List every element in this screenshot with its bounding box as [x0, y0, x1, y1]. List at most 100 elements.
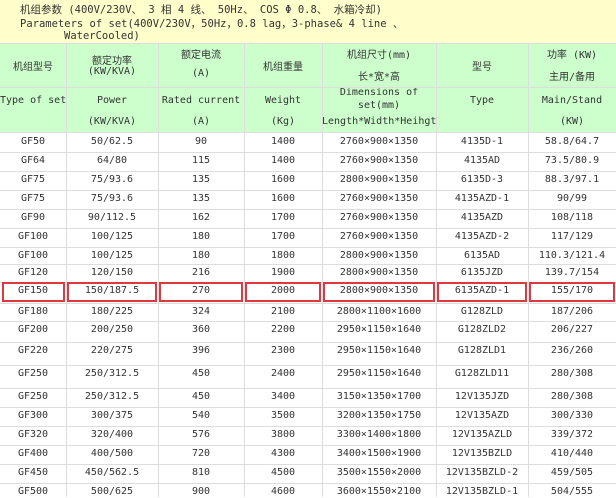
cell-model: GF180 — [17, 306, 49, 317]
cell-dimensions: 3300×1400×1800 — [336, 429, 422, 440]
cell-power: 250/312.5 — [84, 391, 140, 402]
cell-engine-type: 4135AD — [463, 155, 501, 166]
cell-current: 450 — [191, 368, 211, 379]
row-divider — [0, 464, 616, 465]
header-dims-format-en: Length*Width*Heihgt — [322, 116, 437, 127]
row-divider — [0, 321, 616, 322]
cell-kw-rating: 236/260 — [550, 345, 594, 356]
cell-power: 300/375 — [90, 410, 134, 421]
row-divider — [0, 483, 616, 484]
cell-dimensions: 3500×1550×2000 — [336, 467, 422, 478]
cell-current: 180 — [191, 231, 211, 242]
cell-weight: 1700 — [270, 212, 296, 223]
cell-power: 450/562.5 — [84, 467, 140, 478]
cell-model: GF90 — [20, 212, 46, 223]
cell-current: 810 — [191, 467, 211, 478]
cell-weight: 1600 — [270, 193, 296, 204]
cell-engine-type: 6135D-3 — [460, 174, 504, 185]
header-kw-en: Main/Stand — [541, 95, 603, 106]
header-dims-en: Dimensions of — [339, 87, 419, 98]
cell-weight: 1900 — [270, 267, 296, 278]
cell-engine-type: 4135AZD-1 — [454, 193, 510, 204]
cell-engine-type: 12V135BZLD — [451, 448, 513, 459]
row-divider — [0, 209, 616, 210]
header-weight-unit-en: (Kg) — [270, 116, 296, 127]
cell-weight: 4500 — [270, 467, 296, 478]
cell-weight: 1400 — [270, 136, 296, 147]
cell-model: GF220 — [17, 345, 49, 356]
title-english-continued: WaterCooled) — [64, 30, 140, 42]
cell-weight: 3500 — [270, 410, 296, 421]
cell-kw-rating: 280/308 — [550, 391, 594, 402]
header-power-unit-en: (KW/KVA) — [87, 116, 137, 127]
row-divider — [0, 445, 616, 446]
cell-current: 216 — [191, 267, 211, 278]
cell-weight: 2200 — [270, 324, 296, 335]
cell-dimensions: 3150×1350×1700 — [336, 391, 422, 402]
cell-current: 540 — [191, 410, 211, 421]
cell-current: 360 — [191, 324, 211, 335]
cell-kw-rating: 90/99 — [556, 193, 588, 204]
header-dims-unit-en: set(mm) — [357, 100, 401, 111]
cell-current: 180 — [191, 250, 211, 261]
cell-kw-rating: 339/372 — [550, 429, 594, 440]
row-divider — [0, 388, 616, 389]
cell-power: 50/62.5 — [90, 136, 134, 147]
title-chinese: 机组参数 (400V/230V、 3 相 4 线、 50Hz、 COS Φ 0.… — [20, 4, 382, 16]
cell-dimensions: 2760×900×1350 — [339, 136, 419, 147]
cell-engine-type: 4135D-1 — [460, 136, 504, 147]
title-english: Parameters of set(400V/230V，50Hz，0.8 lag… — [20, 18, 404, 30]
row-divider — [0, 152, 616, 153]
cell-dimensions: 2950×1150×1640 — [336, 324, 422, 335]
cell-weight: 3400 — [270, 391, 296, 402]
cell-engine-type: G128ZLD — [460, 306, 504, 317]
cell-current: 450 — [191, 391, 211, 402]
cell-engine-type: 4135AZD — [460, 212, 504, 223]
highlight-box — [437, 282, 527, 302]
row-divider — [0, 247, 616, 248]
cell-current: 900 — [191, 486, 211, 497]
cell-engine-type: G128ZLD1 — [457, 345, 507, 356]
row-divider — [0, 365, 616, 366]
header-model-en: Type of set — [0, 95, 67, 106]
cell-weight: 1400 — [270, 155, 296, 166]
header-dims-format-cn: 长*宽*高 — [357, 72, 401, 83]
header-type-cn: 型号 — [472, 62, 492, 73]
cell-dimensions: 3400×1500×1900 — [336, 448, 422, 459]
cell-model: GF75 — [20, 193, 46, 204]
cell-kw-rating: 108/118 — [550, 212, 594, 223]
cell-dimensions: 2760×900×1350 — [339, 212, 419, 223]
cell-kw-rating: 459/505 — [550, 467, 594, 478]
cell-model: GF64 — [20, 155, 46, 166]
header-current-unit-en: (A) — [191, 116, 211, 127]
cell-current: 115 — [191, 155, 211, 166]
cell-kw-rating: 504/555 — [550, 486, 594, 497]
cell-weight: 1800 — [270, 250, 296, 261]
header-current-cn: 额定电流 — [181, 50, 221, 61]
header-model-cn: 机组型号 — [13, 62, 53, 73]
cell-model: GF50 — [20, 136, 46, 147]
row-divider — [0, 303, 616, 304]
cell-dimensions: 2760×900×1350 — [339, 155, 419, 166]
row-divider — [0, 132, 616, 133]
cell-model: GF320 — [17, 429, 49, 440]
cell-engine-type: G128ZLD2 — [457, 324, 507, 335]
highlight-box — [245, 282, 321, 302]
cell-weight: 4600 — [270, 486, 296, 497]
header-dims-cn: 机组尺寸(mm) — [346, 50, 412, 61]
cell-current: 396 — [191, 345, 211, 356]
header-power-cn: 额定功率 — [92, 56, 132, 67]
row-divider — [0, 264, 616, 265]
header-kw-cn: 功率 (KW) — [546, 50, 598, 61]
cell-weight: 2100 — [270, 306, 296, 317]
cell-kw-rating: 280/308 — [550, 368, 594, 379]
cell-dimensions: 2800×1100×1600 — [336, 306, 422, 317]
cell-engine-type: 6135AD — [463, 250, 501, 261]
row-divider — [0, 407, 616, 408]
cell-kw-rating: 117/129 — [550, 231, 594, 242]
cell-current: 135 — [191, 174, 211, 185]
cell-current: 162 — [191, 212, 211, 223]
cell-power: 500/625 — [90, 486, 134, 497]
header-power-en: Power — [96, 95, 128, 106]
header-weight-cn: 机组重量 — [263, 62, 303, 73]
